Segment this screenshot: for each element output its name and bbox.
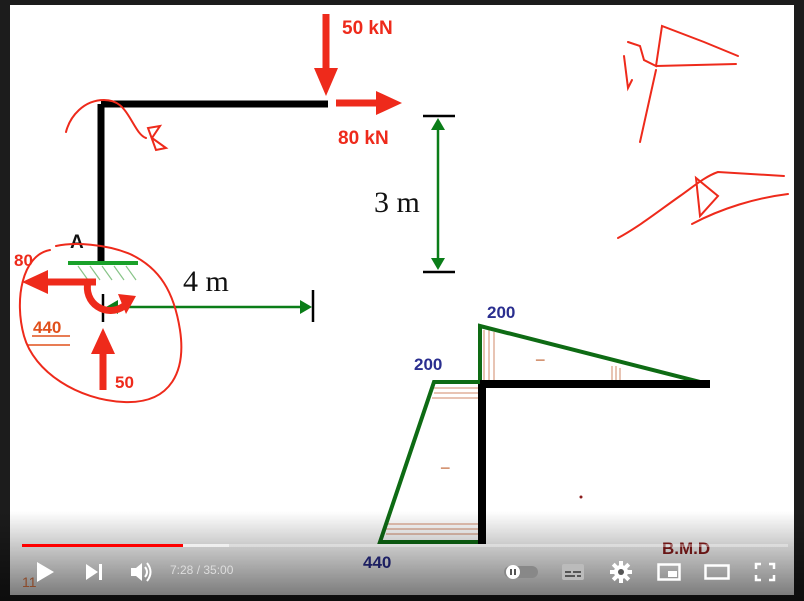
load-label-80kN: 80 kN xyxy=(338,128,389,149)
volume-icon xyxy=(129,561,153,583)
next-button[interactable] xyxy=(80,558,108,586)
frame-structure xyxy=(68,100,328,281)
reaction-vertical-label: 50 xyxy=(115,373,134,392)
progress-bar[interactable] xyxy=(22,544,788,547)
gear-icon xyxy=(610,561,632,583)
bmd-sign-beam: − xyxy=(535,350,546,370)
miniplayer-icon xyxy=(657,563,681,581)
load-label-50kN: 50 kN xyxy=(342,18,393,39)
fullscreen-button[interactable] xyxy=(750,558,780,586)
point-label-a: A xyxy=(70,232,84,253)
volume-button[interactable] xyxy=(126,558,156,586)
corner-number: 11 xyxy=(22,574,37,590)
next-icon xyxy=(84,562,104,582)
subtitles-button[interactable] xyxy=(558,558,588,586)
autoplay-toggle-icon xyxy=(503,564,539,580)
fullscreen-icon xyxy=(754,562,776,582)
reaction-moment-arrow xyxy=(83,281,136,314)
subtitles-icon xyxy=(561,563,585,581)
load-arrow-80kN xyxy=(336,91,402,115)
dimension-span-label: 4 m xyxy=(183,265,229,298)
reaction-moment-label: 440 xyxy=(33,318,61,337)
bmd-title: B.M.D xyxy=(662,539,710,558)
time-display: 7:28 / 35:00 xyxy=(170,563,234,577)
miniplayer-button[interactable] xyxy=(654,558,684,586)
progress-played xyxy=(22,544,183,547)
reaction-vertical-arrow xyxy=(91,328,115,390)
theater-icon xyxy=(704,563,730,581)
dimension-height xyxy=(423,114,455,274)
autoplay-toggle[interactable] xyxy=(502,558,540,586)
play-icon xyxy=(35,561,55,583)
load-arrow-50kN xyxy=(314,14,338,96)
dimension-height-label: 3 m xyxy=(374,186,420,219)
bmd-sign-column: − xyxy=(440,458,451,478)
reaction-horizontal-label: 80 xyxy=(14,251,33,270)
theater-mode-button[interactable] xyxy=(702,558,732,586)
video-player[interactable]: 50 kN 80 kN 3 m 4 m A 80 440 50 − − 200 … xyxy=(0,0,804,601)
lecture-slide: 50 kN 80 kN 3 m 4 m A 80 440 50 − − 200 … xyxy=(14,14,789,572)
settings-button[interactable] xyxy=(606,558,636,586)
bmd-value-corner: 200 xyxy=(414,355,442,374)
bmd-value-bottom: 440 xyxy=(363,553,391,572)
bmd-value-top: 200 xyxy=(487,303,515,322)
